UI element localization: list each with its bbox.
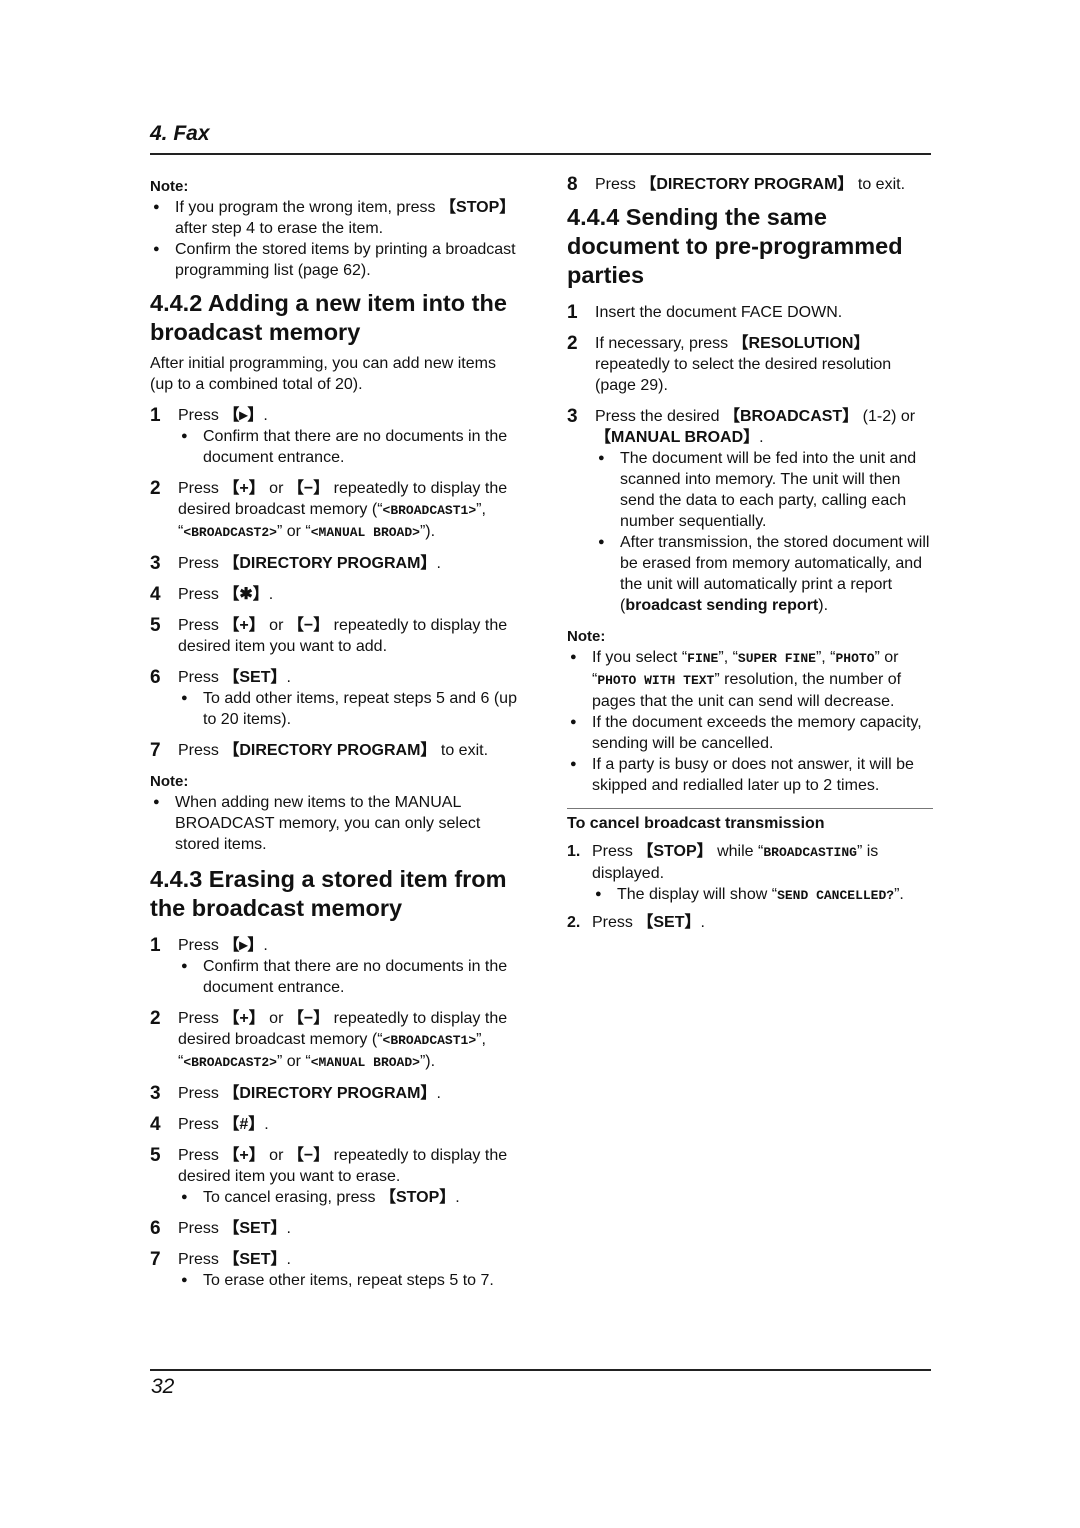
section-intro: After initial programming, you can add n… [150,355,496,393]
footer-rule [150,1369,931,1371]
note-item: If a party is busy or does not answer, i… [567,754,933,796]
step-bullet: The display will show “SEND CANCELLED?”. [592,884,933,906]
key-directory-program: 【DIRECTORY PROGRAM】 [223,742,437,759]
step-1: 1 Insert the document FACE DOWN. [567,302,843,323]
note-title: Note: [150,773,189,790]
step-1: 1 Press 【▸】. Confirm that there are no d… [150,405,520,468]
section-heading-4-4-4: 4.4.4 Sending the same document to pre-p… [567,204,903,288]
lcd-text: <MANUAL BROAD> [310,1055,420,1070]
step-2: 2 If necessary, press 【RESOLUTION】 repea… [567,333,892,394]
step-6: 6 Press 【SET】. To add other items, repea… [150,667,520,730]
lcd-text: BROADCASTING [763,845,857,860]
key-plus: 【+】 [223,1010,265,1027]
note-item: If you select “FINE”, “SUPER FINE”, “PHO… [567,647,933,712]
step-bullet: Confirm that there are no documents in t… [178,426,520,468]
key-plus: 【+】 [223,1147,265,1164]
header-rule [150,153,931,155]
note-item: If the document exceeds the memory capac… [567,712,933,754]
lcd-text: <BROADCAST2> [183,525,277,540]
key-minus: 【−】 [287,1010,330,1027]
step-3: 3 Press the desired 【BROADCAST】 (1-2) or… [567,406,933,616]
lcd-text: SUPER FINE [737,651,816,666]
key-resolution: 【RESOLUTION】 [732,335,870,352]
section-heading-4-4-3: 4.4.3 Erasing a stored item from the bro… [150,866,507,921]
page-number: 32 [151,1375,175,1398]
step-3: 3 Press 【DIRECTORY PROGRAM】. [150,553,441,574]
key-set: 【SET】 [223,1251,287,1268]
lcd-text: PHOTO [835,651,875,666]
step-4: 4 Press 【#】. [150,1114,269,1135]
lcd-text: <BROADCAST1> [382,503,477,518]
step-bullet: To add other items, repeat steps 5 and 6… [178,688,520,730]
lcd-text: <MANUAL BROAD> [310,525,420,540]
section-heading-4-4-2: 4.4.2 Adding a new item into the broadca… [150,290,507,345]
key-manual-broad: 【MANUAL BROAD】 [595,429,760,446]
key-star: 【✱】 [223,586,269,603]
lcd-text: FINE [687,651,719,666]
key-set: 【SET】 [223,669,287,686]
step-1: 1 Press 【▸】. Confirm that there are no d… [150,935,520,998]
note-title: Note: [150,178,189,195]
lcd-text: <BROADCAST2> [183,1055,277,1070]
note-item: If you program the wrong item, press 【ST… [150,197,520,239]
step-bullet: The document will be fed into the unit a… [595,448,933,532]
chapter-title: 4. Fax [150,122,210,145]
key-right-arrow: 【▸】 [223,407,264,424]
key-directory-program: 【DIRECTORY PROGRAM】 [223,555,437,572]
step-4: 4 Press 【✱】. [150,584,274,605]
step-bullet: To erase other items, repeat steps 5 to … [178,1270,520,1291]
key-directory-program: 【DIRECTORY PROGRAM】 [223,1085,437,1102]
step-bullet: Confirm that there are no documents in t… [178,956,520,998]
step-2: 2 Press 【+】 or 【−】 repeatedly to display… [150,478,508,540]
step-6: 6 Press 【SET】. [150,1218,291,1239]
note-item: When adding new items to the MANUAL BROA… [150,792,520,855]
lcd-text: PHOTO WITH TEXT [597,673,715,688]
left-column: Note: If you program the wrong item, pre… [150,176,520,1291]
key-minus: 【−】 [287,1147,330,1164]
key-directory-program: 【DIRECTORY PROGRAM】 [640,176,854,193]
note-title: Note: [567,628,606,645]
key-stop: 【STOP】 [440,199,516,216]
step-5: 5 Press 【+】 or 【−】 repeatedly to display… [150,615,508,655]
subsection-rule [567,808,933,809]
step-bullet: After transmission, the stored document … [595,532,933,616]
subsection-heading: To cancel broadcast transmission [567,815,825,832]
lcd-text: SEND CANCELLED? [777,888,895,903]
step-7: 7 Press 【SET】. To erase other items, rep… [150,1249,520,1291]
step-5: 5 Press 【+】 or 【−】 repeatedly to display… [150,1145,520,1208]
step-7: 7 Press 【DIRECTORY PROGRAM】 to exit. [150,740,489,761]
key-set: 【SET】 [223,1220,287,1237]
key-stop: 【STOP】 [637,843,713,860]
step-8: 8 Press 【DIRECTORY PROGRAM】 to exit. [567,174,906,195]
key-plus: 【+】 [223,480,265,497]
key-set: 【SET】 [637,914,701,931]
key-broadcast: 【BROADCAST】 [723,408,859,425]
cancel-step-1: 1. Press 【STOP】 while “BROADCASTING” is … [567,841,933,906]
step-2: 2 Press 【+】 or 【−】 repeatedly to display… [150,1008,508,1070]
key-minus: 【−】 [287,617,330,634]
key-stop: 【STOP】 [379,1189,456,1206]
key-right-arrow: 【▸】 [223,937,264,954]
key-minus: 【−】 [287,480,330,497]
step-bullet: To cancel erasing, press 【STOP】. [178,1187,520,1208]
right-column: 8 Press 【DIRECTORY PROGRAM】 to exit. 4.4… [567,174,933,933]
step-3: 3 Press 【DIRECTORY PROGRAM】. [150,1083,441,1104]
lcd-text: <BROADCAST1> [382,1033,477,1048]
cancel-step-2: 2. Press 【SET】. [567,914,705,931]
key-hash: 【#】 [223,1116,265,1133]
note-item: Confirm the stored items by printing a b… [150,239,520,281]
key-plus: 【+】 [223,617,265,634]
